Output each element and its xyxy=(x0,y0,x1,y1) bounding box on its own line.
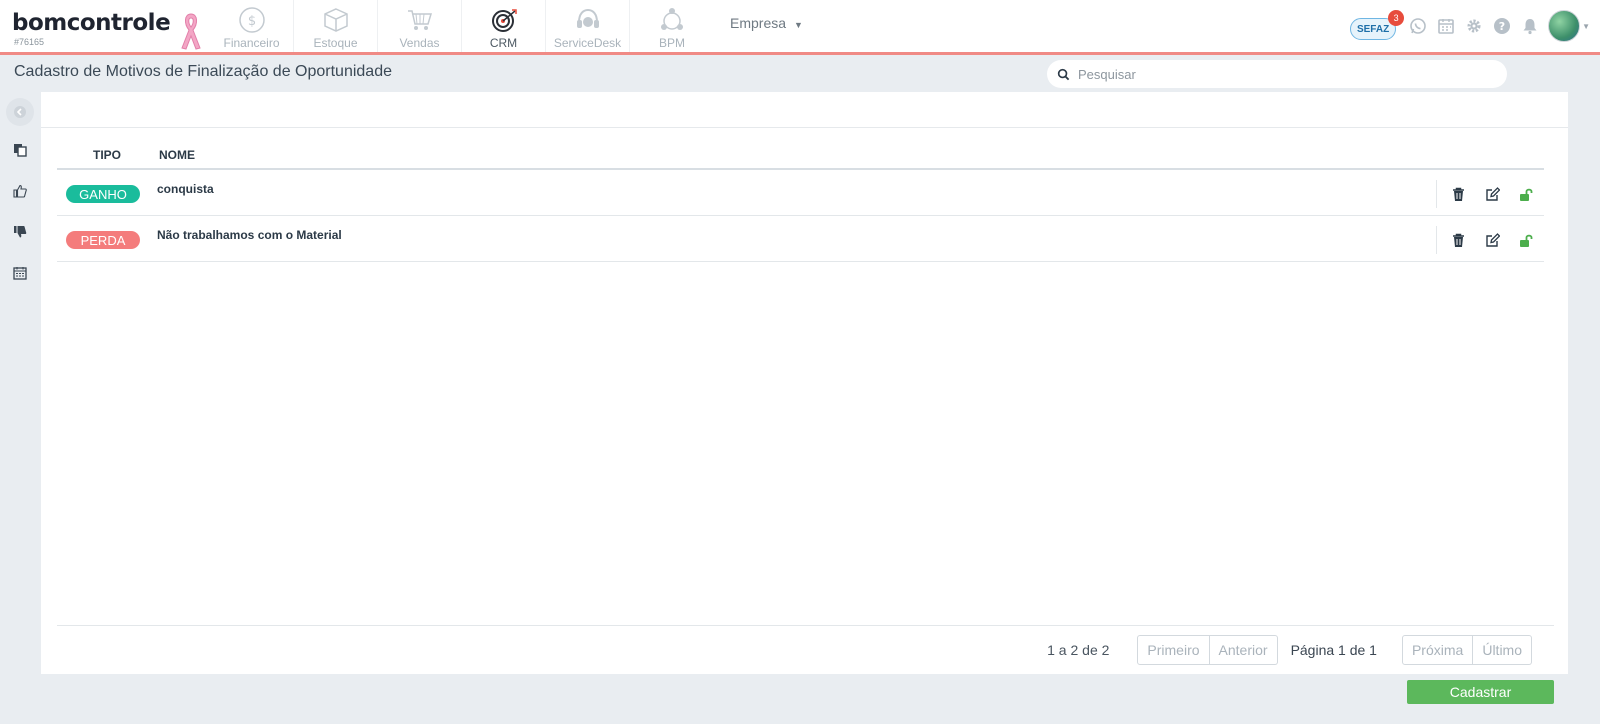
row-name: Não trabalhamos com o Material xyxy=(157,228,342,242)
delete-button[interactable] xyxy=(1447,183,1469,205)
table-header: TIPO NOME xyxy=(57,142,1544,170)
chevron-left-icon xyxy=(14,106,26,118)
search-icon xyxy=(1057,68,1070,80)
bell-icon[interactable] xyxy=(1516,12,1544,40)
top-navbar: bomcontrole #76165 $ Financeiro Estoque … xyxy=(0,0,1600,55)
pagination: 1 a 2 de 2 Primeiro Anterior Página 1 de… xyxy=(1047,635,1532,665)
unlock-icon xyxy=(1520,188,1533,201)
edit-icon xyxy=(1486,186,1500,201)
sidebar-toggle[interactable] xyxy=(6,98,34,126)
help-icon[interactable]: ? xyxy=(1488,12,1516,40)
sefaz-button[interactable]: SEFAZ 3 xyxy=(1350,10,1405,40)
chevron-down-icon[interactable]: ▼ xyxy=(1582,22,1590,31)
column-header-tipo[interactable]: TIPO xyxy=(57,148,157,162)
module-vendas[interactable]: Vendas xyxy=(378,0,462,52)
type-badge-perda: PERDA xyxy=(66,231,140,249)
dollar-circle-icon: $ xyxy=(238,7,265,33)
box-icon xyxy=(323,8,348,32)
sidebar xyxy=(0,92,41,724)
module-financeiro[interactable]: $ Financeiro xyxy=(210,0,294,52)
unlock-icon xyxy=(1520,234,1533,247)
panel-toolbar xyxy=(41,92,1568,128)
sidebar-item-copy[interactable] xyxy=(6,136,34,164)
target-icon xyxy=(491,9,517,32)
module-label: ServiceDesk xyxy=(553,36,622,50)
chevron-down-icon: ▼ xyxy=(794,20,803,30)
unlock-button[interactable] xyxy=(1516,229,1538,251)
type-badge-ganho: GANHO xyxy=(66,185,140,203)
content-panel: TIPO NOME GANHO conquista PERDA Não trab… xyxy=(41,92,1568,674)
module-nav: $ Financeiro Estoque Vendas CRM ServiceD… xyxy=(210,0,714,52)
company-label: Empresa xyxy=(730,15,787,31)
edit-button[interactable] xyxy=(1481,183,1503,205)
notification-count-badge: 3 xyxy=(1388,10,1405,26)
headset-icon xyxy=(576,8,599,28)
first-page-button[interactable]: Primeiro xyxy=(1137,635,1210,665)
unlock-button[interactable] xyxy=(1516,183,1538,205)
brand-logo[interactable]: bomcontrole xyxy=(12,10,171,36)
next-page-button[interactable]: Próxima xyxy=(1401,635,1474,665)
sidebar-item-ganho[interactable] xyxy=(6,177,34,205)
module-label: CRM xyxy=(489,36,518,50)
module-label: Vendas xyxy=(399,36,440,50)
trash-icon xyxy=(1452,187,1464,201)
module-label: Financeiro xyxy=(223,36,280,50)
sidebar-item-calendar[interactable] xyxy=(6,259,34,287)
divider xyxy=(57,625,1554,626)
user-avatar[interactable] xyxy=(1548,10,1581,42)
column-header-nome[interactable]: NOME xyxy=(157,148,195,162)
trash-icon xyxy=(1452,233,1464,247)
page-indicator: Página 1 de 1 xyxy=(1290,642,1377,658)
module-servicedesk[interactable]: ServiceDesk xyxy=(546,0,630,52)
row-actions xyxy=(1436,226,1544,254)
company-menu[interactable]: Empresa ▼ xyxy=(730,15,803,31)
search-box[interactable] xyxy=(1047,60,1507,88)
page-title: Cadastro de Motivos de Finalização de Op… xyxy=(14,63,392,80)
whatsapp-icon[interactable] xyxy=(1404,12,1432,40)
svg-text:?: ? xyxy=(1499,20,1505,33)
last-page-button[interactable]: Último xyxy=(1473,635,1532,665)
table-row[interactable]: GANHO conquista xyxy=(57,170,1544,216)
svg-text:$: $ xyxy=(247,14,255,29)
sidebar-item-perda[interactable] xyxy=(6,218,34,246)
top-right-tools: SEFAZ 3 ? ▼ xyxy=(1350,0,1600,52)
module-bpm[interactable]: BPM xyxy=(630,0,714,52)
delete-button[interactable] xyxy=(1447,229,1469,251)
calendar-icon xyxy=(13,267,27,280)
module-label: BPM xyxy=(658,36,685,50)
record-count: 1 a 2 de 2 xyxy=(1047,642,1110,658)
module-estoque[interactable]: Estoque xyxy=(294,0,378,52)
account-code: #76165 xyxy=(14,37,45,47)
cart-icon xyxy=(407,10,432,30)
edit-icon xyxy=(1486,232,1500,247)
motives-table: TIPO NOME GANHO conquista PERDA Não trab… xyxy=(57,142,1544,262)
calendar-icon[interactable] xyxy=(1432,12,1460,40)
edit-button[interactable] xyxy=(1481,229,1503,251)
pink-ribbon-icon xyxy=(181,13,201,50)
previous-page-button[interactable]: Anterior xyxy=(1209,635,1278,665)
row-name: conquista xyxy=(157,182,214,196)
row-actions xyxy=(1436,180,1544,208)
module-crm[interactable]: CRM xyxy=(462,0,546,52)
gear-icon[interactable] xyxy=(1460,12,1488,40)
thumbs-up-icon xyxy=(13,184,27,198)
cadastrar-button[interactable]: Cadastrar xyxy=(1407,680,1554,704)
thumbs-down-icon xyxy=(14,226,27,238)
module-label: Estoque xyxy=(313,36,358,50)
process-icon xyxy=(661,8,683,30)
search-input[interactable] xyxy=(1078,66,1478,82)
copy-icon xyxy=(14,144,27,157)
table-row[interactable]: PERDA Não trabalhamos com o Material xyxy=(57,216,1544,262)
